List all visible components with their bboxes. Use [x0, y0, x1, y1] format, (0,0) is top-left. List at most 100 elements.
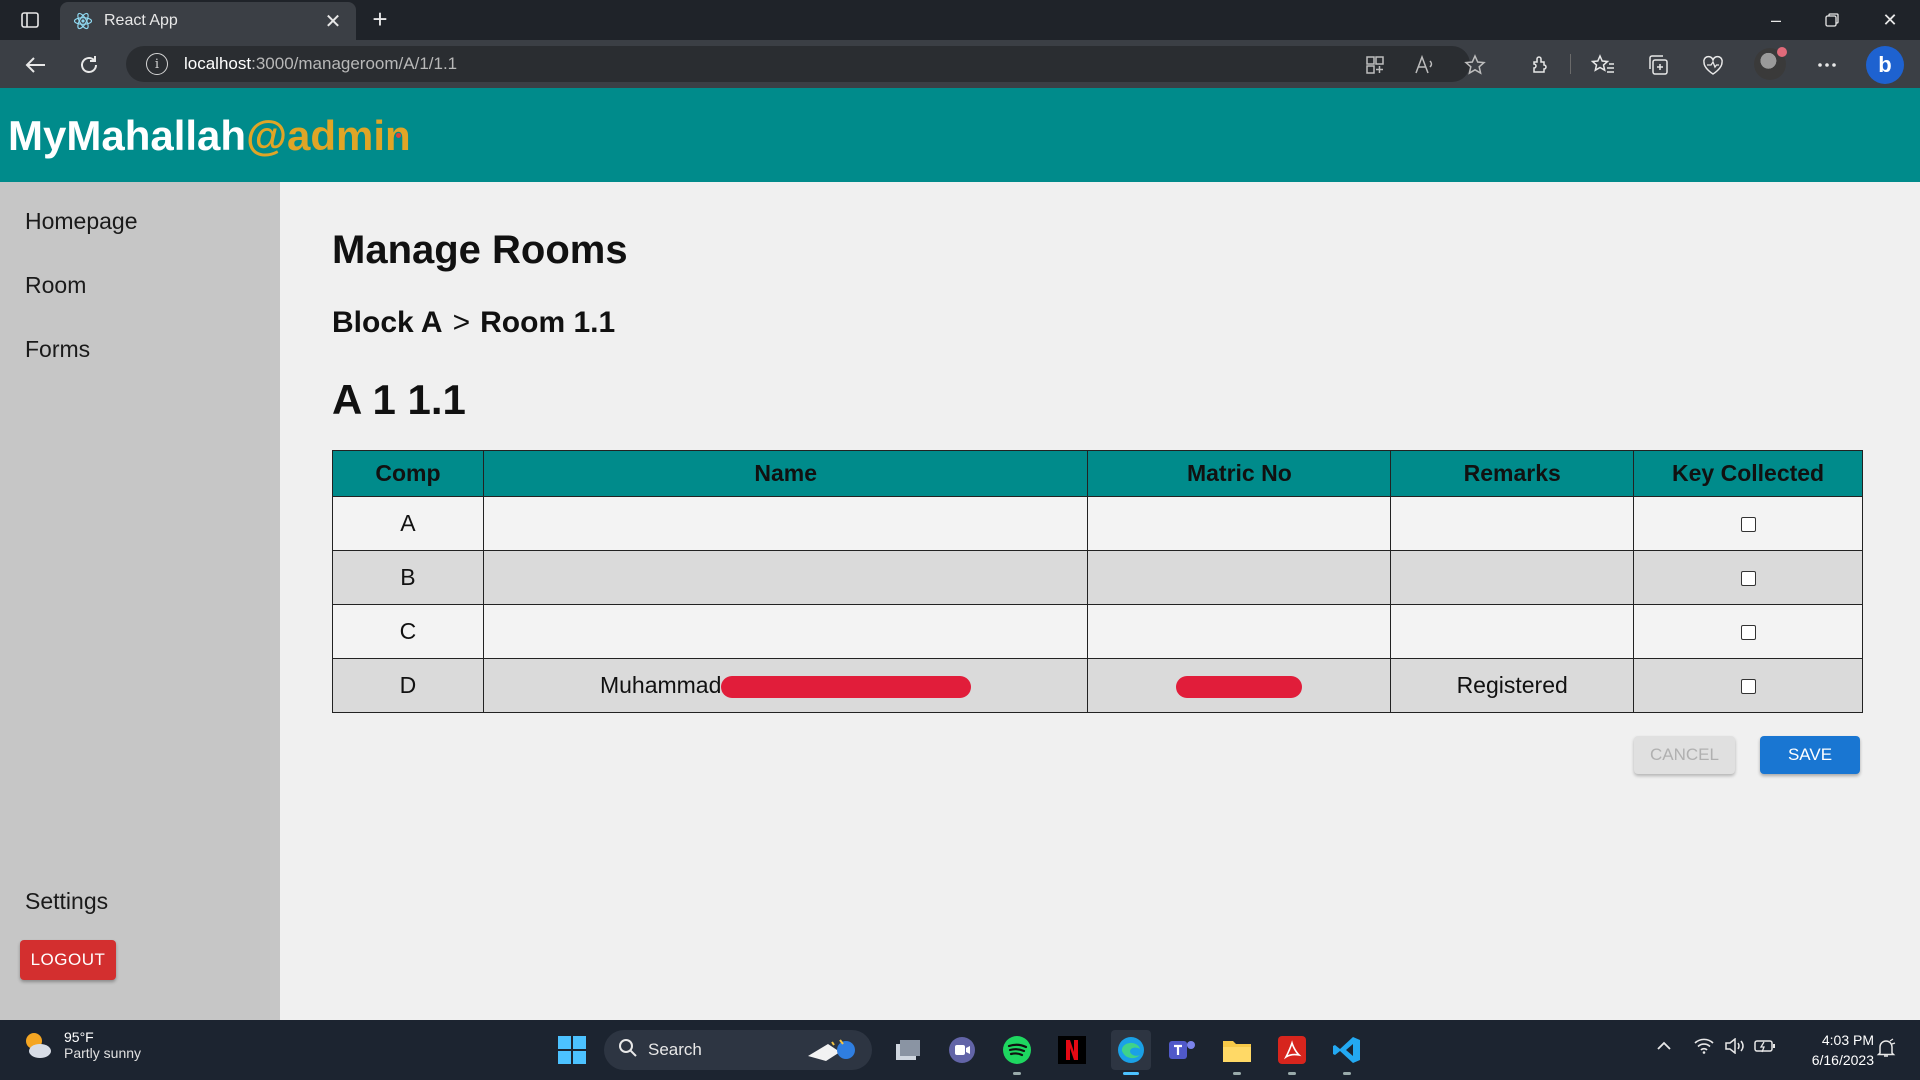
explorer-running-indicator [1233, 1072, 1241, 1075]
notification-dot [1777, 47, 1787, 57]
name-cell: Muhammad [482, 658, 1089, 713]
column-header-key-collected: Key Collected [1633, 450, 1863, 497]
browser-tabstrip: React App ✕ + – ✕ [0, 0, 1920, 40]
partly-sunny-icon [20, 1028, 54, 1062]
start-icon[interactable] [556, 1034, 588, 1066]
breadcrumb-room: Room 1.1 [480, 306, 616, 339]
tab-actions-icon[interactable] [14, 8, 46, 32]
address-bar[interactable]: i localhost:3000/manageroom/A/1/1.1 [126, 46, 1486, 82]
key-collected-checkbox[interactable] [1740, 679, 1756, 695]
minimize-icon[interactable]: – [1752, 6, 1800, 34]
name-cell [482, 604, 1089, 659]
back-icon[interactable] [20, 50, 50, 80]
tab-title: React App [104, 12, 178, 29]
room-table: Comp Name Matric No Remarks Key Collecte… [332, 450, 1863, 713]
cancel-button[interactable]: CANCEL [1634, 736, 1735, 774]
tab-close-icon[interactable]: ✕ [322, 9, 344, 34]
room-code: A 1 1.1 [332, 376, 466, 423]
vscode-running-indicator [1343, 1072, 1351, 1075]
search-icon [618, 1038, 638, 1063]
spotify-icon[interactable] [1001, 1034, 1033, 1066]
profile-avatar[interactable] [1754, 47, 1787, 80]
column-header-name: Name [482, 450, 1089, 497]
key-collected-checkbox[interactable] [1740, 625, 1756, 641]
name-redaction [721, 675, 972, 698]
favorites-icon[interactable] [1588, 50, 1618, 80]
vscode-icon[interactable] [1331, 1034, 1363, 1066]
volume-icon[interactable] [1724, 1037, 1746, 1059]
matric-cell [1087, 496, 1392, 551]
new-tab-icon[interactable]: + [366, 6, 394, 34]
matric-redaction [1176, 675, 1303, 698]
file-explorer-icon[interactable] [1221, 1034, 1253, 1066]
battery-icon[interactable] [1754, 1038, 1776, 1059]
browser-tab[interactable]: React App ✕ [60, 2, 356, 40]
edge-icon[interactable] [1111, 1030, 1151, 1070]
matric-cell [1087, 550, 1392, 605]
taskbar-search[interactable]: Search [604, 1030, 872, 1070]
sidebar-item-forms[interactable]: Forms [25, 336, 90, 363]
more-options-icon[interactable] [1812, 50, 1842, 80]
edge-running-indicator [1123, 1072, 1139, 1075]
restore-icon[interactable] [1808, 6, 1856, 34]
comp-cell: D [332, 658, 484, 713]
brand-main: MyMahallah [8, 112, 247, 159]
task-view-icon[interactable] [892, 1034, 924, 1066]
key-collected-checkbox[interactable] [1740, 571, 1756, 587]
remarks-cell [1390, 604, 1635, 659]
url-path: :3000/manageroom/A/1/1.1 [251, 54, 458, 73]
notifications-icon[interactable] [1876, 1038, 1896, 1063]
table-row: A [332, 496, 1863, 551]
name-text: Muhammad [599, 672, 722, 698]
url-host: localhost [184, 54, 252, 73]
search-highlight-icon [802, 1036, 862, 1069]
table-row: B [332, 550, 1863, 605]
key-collected-cell [1633, 496, 1863, 551]
browser-toolbar: i localhost:3000/manageroom/A/1/1.1 b [0, 40, 1920, 88]
weather-temp: 95°F [64, 1029, 94, 1045]
remarks-cell [1390, 550, 1635, 605]
extensions-icon[interactable] [1526, 50, 1556, 80]
show-hidden-icons[interactable] [1656, 1038, 1672, 1056]
sidebar: Homepage Room Forms Settings LOGOUT [0, 182, 280, 1020]
collections-icon[interactable] [1643, 50, 1673, 80]
breadcrumb: Block A > Room 1.1 [332, 306, 615, 340]
app-available-icon[interactable] [1362, 52, 1388, 78]
matric-cell [1087, 604, 1392, 659]
weather-widget[interactable]: 95°F Partly sunny [20, 1028, 141, 1062]
brand-logo[interactable]: MyMahallah@admin [8, 112, 411, 160]
react-icon [72, 10, 94, 32]
page-title: Manage Rooms [332, 228, 628, 272]
table-row: C [332, 604, 1863, 659]
key-collected-cell [1633, 550, 1863, 605]
acrobat-icon[interactable] [1276, 1034, 1308, 1066]
read-aloud-icon[interactable] [1412, 52, 1438, 78]
teams-icon[interactable] [1166, 1034, 1198, 1066]
close-window-icon[interactable]: ✕ [1866, 6, 1914, 34]
wifi-icon[interactable] [1694, 1038, 1714, 1059]
browser-essentials-icon[interactable] [1698, 50, 1728, 80]
sidebar-item-homepage[interactable]: Homepage [25, 208, 138, 235]
teams-chat-icon[interactable] [946, 1034, 978, 1066]
clock-time: 4:03 PM [1821, 1032, 1874, 1048]
refresh-icon[interactable] [74, 50, 104, 80]
remarks-cell [1390, 496, 1635, 551]
key-collected-cell [1633, 604, 1863, 659]
brand-suffix: @admin [246, 112, 411, 159]
logout-button[interactable]: LOGOUT [20, 940, 116, 980]
name-cell [482, 496, 1089, 551]
bing-copilot-icon[interactable]: b [1866, 46, 1904, 84]
site-info-icon[interactable]: i [146, 53, 168, 75]
breadcrumb-block[interactable]: Block A [332, 306, 443, 339]
key-collected-checkbox[interactable] [1740, 517, 1756, 533]
acrobat-running-indicator [1288, 1072, 1296, 1075]
save-button[interactable]: SAVE [1760, 736, 1860, 774]
table-row: D Muhammad Registered [332, 658, 1863, 713]
taskbar-clock[interactable]: 4:03 PM 6/16/2023 [1784, 1030, 1874, 1070]
sidebar-item-room[interactable]: Room [25, 272, 86, 299]
netflix-icon[interactable] [1056, 1034, 1088, 1066]
column-header-matric-no: Matric No [1087, 450, 1392, 497]
app-header: MyMahallah@admin [0, 88, 1920, 182]
sidebar-item-settings[interactable]: Settings [25, 888, 108, 915]
favorite-star-icon[interactable] [1462, 52, 1488, 78]
